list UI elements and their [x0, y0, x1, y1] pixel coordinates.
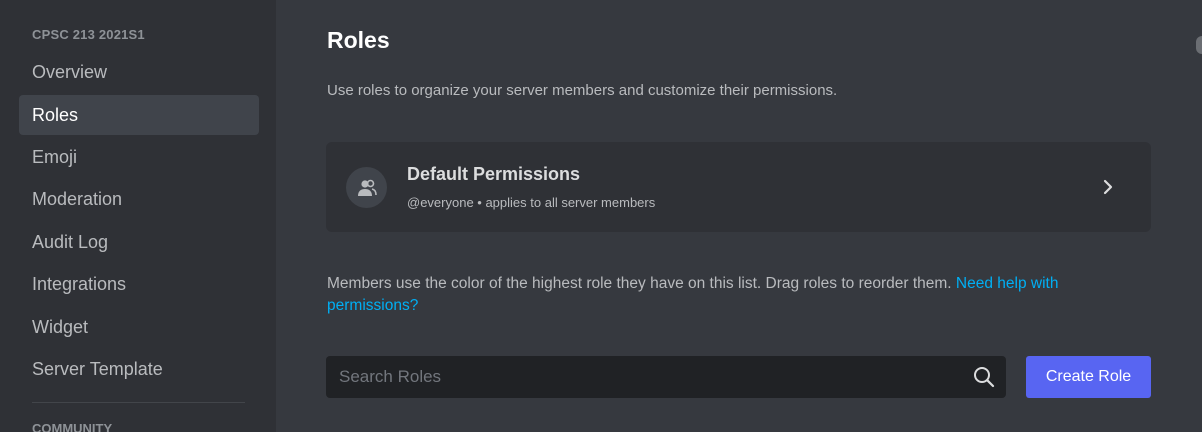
roles-info-label: Members use the color of the highest rol… — [327, 275, 952, 292]
sidebar-item-integrations[interactable]: Integrations — [19, 264, 259, 304]
server-settings: CPSC 213 2021S1 Overview Roles Emoji Mod… — [0, 0, 1202, 432]
sidebar-item-widget[interactable]: Widget — [19, 307, 259, 347]
sidebar-divider — [32, 402, 245, 403]
sidebar-item-moderation[interactable]: Moderation — [19, 179, 259, 219]
settings-sidebar: CPSC 213 2021S1 Overview Roles Emoji Mod… — [0, 0, 276, 432]
sidebar-item-roles[interactable]: Roles — [19, 95, 259, 135]
server-name-header: CPSC 213 2021S1 — [32, 27, 145, 42]
sidebar-item-server-template[interactable]: Server Template — [19, 349, 259, 389]
chevron-right-icon — [1103, 179, 1113, 195]
page-description: Use roles to organize your server member… — [327, 82, 838, 99]
sidebar-item-audit-log[interactable]: Audit Log — [19, 222, 259, 262]
sidebar-item-emoji[interactable]: Emoji — [19, 137, 259, 177]
community-section-header: COMMUNITY — [32, 421, 113, 432]
search-icon[interactable] — [973, 366, 995, 388]
page-title: Roles — [327, 27, 390, 53]
members-icon — [346, 167, 387, 208]
sidebar-item-overview[interactable]: Overview — [19, 52, 259, 92]
roles-info-text: Members use the color of the highest rol… — [327, 273, 1127, 317]
search-roles-box — [326, 356, 1006, 398]
scrollbar-thumb[interactable] — [1196, 36, 1202, 54]
search-roles-input[interactable] — [326, 356, 956, 398]
create-role-button[interactable]: Create Role — [1026, 356, 1151, 398]
default-permissions-card[interactable]: Default Permissions @everyone • applies … — [326, 142, 1151, 232]
default-permissions-subtitle: @everyone • applies to all server member… — [407, 195, 656, 210]
default-permissions-title: Default Permissions — [407, 164, 581, 184]
